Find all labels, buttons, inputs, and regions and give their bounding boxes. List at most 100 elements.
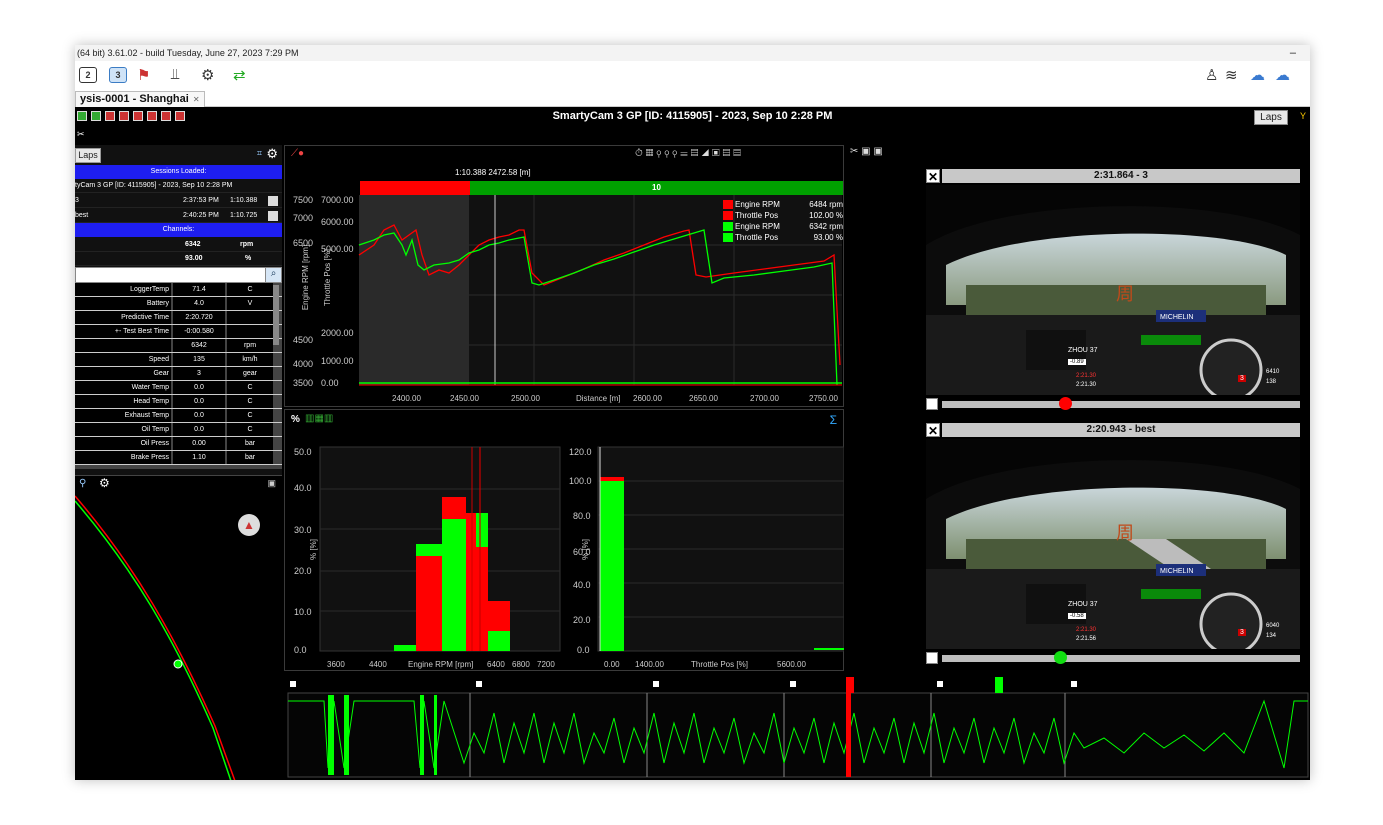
settings-icon[interactable]: ⚙ xyxy=(201,66,214,84)
minimize-button[interactable]: – xyxy=(1290,47,1296,59)
x-tick: 2650.00 xyxy=(689,394,718,403)
main-toolbar: 2 3 ⚑ ⫫ ⚙ ⇄ ♙ ≋ ☁ ☁ xyxy=(75,61,1310,91)
video-seekbar[interactable] xyxy=(926,397,1300,411)
view-2-button[interactable]: 2 xyxy=(79,67,97,83)
channel-unit xyxy=(227,325,273,338)
gear-icon[interactable]: ⚙ xyxy=(266,146,278,162)
video-title: 2:31.864 - 3 xyxy=(942,169,1300,183)
channel-unit: C xyxy=(227,395,273,408)
lap-video-icon[interactable] xyxy=(268,196,278,206)
video-title: 2:20.943 - best xyxy=(942,423,1300,437)
thermometer-icon[interactable]: ⫫ xyxy=(171,66,179,83)
channel-row[interactable]: Gear 3 gear xyxy=(75,367,282,381)
ecu-icon[interactable]: ☁ xyxy=(1275,66,1290,84)
channel-name: LoggerTemp xyxy=(75,283,171,296)
video-close-button[interactable]: ✕ xyxy=(926,169,940,184)
legend-item: Engine RPM 6342 rpm xyxy=(723,221,843,232)
video-tools[interactable]: ✂ ▣ ▣ xyxy=(850,146,883,157)
seek-handle[interactable] xyxy=(1054,651,1067,664)
channel-value: 0.0 xyxy=(173,381,225,394)
video-player-1: ✕ 2:31.864 - 3 周 MICHELIN ZHOU 37 -0.89 … xyxy=(926,169,1300,411)
alert-icon[interactable]: ⚑ xyxy=(137,66,150,84)
channel-value: 71.4 xyxy=(173,283,225,296)
laps-button[interactable]: Laps xyxy=(1254,110,1288,125)
cloud-download-icon[interactable]: ☁ xyxy=(1250,66,1265,84)
x-tick: 6400 xyxy=(487,660,505,669)
lap-time-of-day: 2:40:25 PM xyxy=(183,212,219,219)
channel-row[interactable]: Oil Temp 0.0 C xyxy=(75,423,282,437)
sessions-panel-toolbar: Laps ⌗ ⚙ xyxy=(75,145,282,165)
channel-row[interactable]: Brake Press 1.10 bar xyxy=(75,451,282,465)
transfer-icon[interactable]: ⇄ xyxy=(233,66,246,84)
channels-scrollbar[interactable] xyxy=(273,285,279,345)
channel-name: Predictive Time xyxy=(75,311,171,324)
filter-icon[interactable]: Y xyxy=(1300,111,1306,121)
channel-row[interactable]: +- Test Best Time -0:00.580 xyxy=(75,325,282,339)
channel-value: 135 xyxy=(173,353,225,366)
channel-top-row[interactable]: 6342 rpm xyxy=(75,238,282,252)
channel-name: Head Temp xyxy=(75,395,171,408)
channel-row[interactable]: Exhaust Temp 0.0 C xyxy=(75,409,282,423)
channel-row[interactable]: Head Temp 0.0 C xyxy=(75,395,282,409)
channel-name: +- Test Best Time xyxy=(75,325,171,338)
channel-row[interactable]: Speed 135 km/h xyxy=(75,353,282,367)
channel-row[interactable]: 6342 rpm xyxy=(75,339,282,353)
collapse-icon[interactable]: ✂ xyxy=(75,127,285,143)
channel-row[interactable]: Water Temp 0.0 C xyxy=(75,381,282,395)
video-seekbar[interactable] xyxy=(926,651,1300,665)
search-icon[interactable]: ⌕ xyxy=(265,268,281,282)
distance-chart[interactable] xyxy=(284,145,844,407)
channel-row[interactable]: LoggerTemp 71.4 C xyxy=(75,283,282,297)
channel-value: 0.0 xyxy=(173,423,225,436)
lap-name: 3 xyxy=(75,197,79,204)
play-button[interactable] xyxy=(926,652,938,664)
x-tick: 2700.00 xyxy=(750,394,779,403)
hist1-x-label: Engine RPM [rpm] xyxy=(408,660,474,669)
hud-time-2: 2:21.30 xyxy=(1076,382,1097,388)
channel-row[interactable]: Battery 4.0 V xyxy=(75,297,282,311)
y-tick: 20.0 xyxy=(573,615,591,625)
session-header: SmartyCam 3 GP [ID: 4115905] - 2023, Sep… xyxy=(75,107,1310,127)
y-tick: 4500 xyxy=(293,335,314,345)
x-tick: 2400.00 xyxy=(392,394,421,403)
channel-unit: bar xyxy=(227,451,273,464)
y-tick: 50.0 xyxy=(294,447,312,457)
user-icon[interactable]: ♙ xyxy=(1205,66,1218,84)
y2-tick: 1000.00 xyxy=(321,356,354,366)
seek-track[interactable] xyxy=(942,401,1300,408)
hud-delta: -0.89 xyxy=(1068,359,1086,365)
lap-overview-strip[interactable] xyxy=(284,673,1310,780)
channel-value: 0.0 xyxy=(173,409,225,422)
wifi-icon[interactable]: ≋ xyxy=(1225,66,1238,84)
lap-row[interactable]: 3 2:37:53 PM 1:10.388 xyxy=(75,194,282,208)
hist1-y-label: % [%] xyxy=(308,539,318,560)
tab-close-icon[interactable]: ✕ xyxy=(193,95,200,104)
lap-row[interactable]: best 2:40:25 PM 1:10.725 xyxy=(75,209,282,223)
seek-handle[interactable] xyxy=(1059,397,1072,410)
video-close-button[interactable]: ✕ xyxy=(926,423,940,438)
session-row[interactable]: tyCam 3 GP [ID: 4115905] - 2023, Sep 10 … xyxy=(75,179,282,193)
hud-gear: 3 xyxy=(1238,629,1246,636)
channel-search-input[interactable]: ⌕ xyxy=(75,267,282,283)
channel-row[interactable]: Predictive Time 2:20.720 xyxy=(75,311,282,325)
track-map[interactable] xyxy=(75,476,282,780)
y-tick: 7000 xyxy=(293,213,314,223)
seek-track[interactable] xyxy=(942,655,1300,662)
left-laps-button[interactable]: Laps xyxy=(75,148,101,163)
channel-row[interactable]: Oil Press 0.00 bar xyxy=(75,437,282,451)
lap-name: best xyxy=(75,212,89,219)
play-button[interactable] xyxy=(926,398,938,410)
onboard-video-frame: 周 MICHELIN xyxy=(926,439,1300,649)
session-title: SmartyCam 3 GP [ID: 4115905] - 2023, Sep… xyxy=(552,110,833,122)
hud-delta: -0.58 xyxy=(1068,613,1086,619)
tab-analysis[interactable]: ysis-0001 - Shanghai ✕ xyxy=(75,91,205,107)
y-tick: 80.0 xyxy=(573,511,591,521)
y-tick: 120.0 xyxy=(569,447,592,457)
lap-video-icon[interactable] xyxy=(268,211,278,221)
view-3-button[interactable]: 3 xyxy=(109,67,127,83)
y-tick: 3500 xyxy=(293,378,314,388)
histogram-charts[interactable] xyxy=(284,409,844,671)
channel-top-row[interactable]: 93.00 % xyxy=(75,252,282,266)
y1-label: Engine RPM [rpm] xyxy=(301,244,311,311)
gps-icon[interactable]: ⌗ xyxy=(257,148,262,159)
